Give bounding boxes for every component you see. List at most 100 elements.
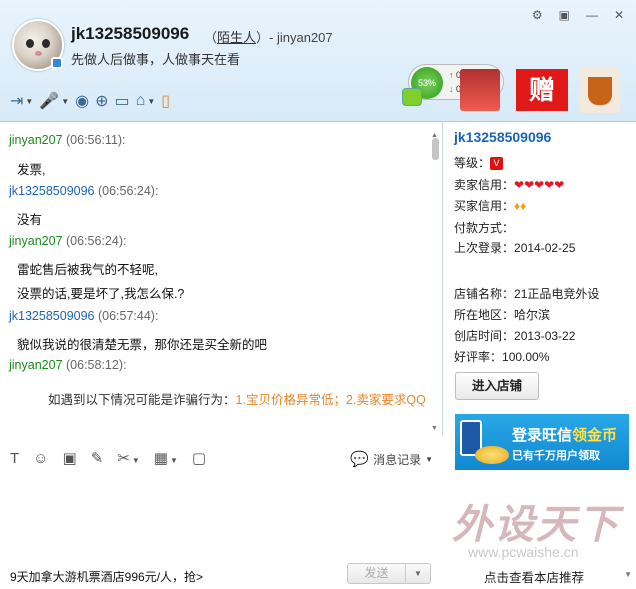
minimize-icon[interactable]: — [586,8,598,22]
diamond-rating-icon: ♦♦ [514,199,527,213]
font-icon[interactable]: T [10,450,19,467]
message-time: (06:58:12): [66,358,127,372]
enter-shop-button[interactable]: 进入店铺 [455,372,539,400]
emoji-icon[interactable]: ☺ [33,450,48,467]
message-sender[interactable]: jk13258509096 [9,309,95,323]
contact-username[interactable]: jk13258509096 [71,24,189,44]
mobile-button[interactable]: ▯ [161,90,170,112]
message-history-button[interactable]: 💬 消息记录 ▼ [350,450,433,468]
message-header: jinyan207 (06:56:24): [9,234,126,248]
promo-link[interactable]: 9天加拿大游机票酒店996元/人，抢> [10,568,203,585]
shop-recommend-link[interactable]: 点击查看本店推荐 [484,567,584,586]
chat-bubble-icon: 💬 [350,451,370,468]
fraud-warning: 如遇到以下情况可能是诈骗行为：1.宝贝价格异常低；2.卖家要求QQ [48,389,426,408]
ad-gift[interactable]: 赠 [516,69,568,111]
window-icon[interactable]: ▢ [192,449,206,467]
microphone-icon: 🎤 [39,93,60,110]
ad-teapot[interactable] [580,67,620,113]
history-label: 消息记录 [373,452,422,467]
store-name-label: 店铺名称： [454,287,515,301]
seller-credit-label: 卖家信用： [454,178,515,192]
chat-scrollbar[interactable]: ▲ ▼ [431,132,440,432]
last-login-value: 2014-02-25 [514,241,576,255]
settings-icon[interactable]: ⚙ [532,8,543,22]
created-label: 创店时间： [454,329,515,343]
message-header: jinyan207 (06:56:11): [9,133,126,147]
message-text: 雷蛇售后被我气的不轻呢, [17,263,158,277]
restore-icon[interactable]: ▣ [559,8,570,22]
level-row: 等级： V [454,154,504,171]
fraud-warning-text: 如遇到以下情况可能是诈骗行为： [48,393,236,407]
message-text: 貌似我说的很清楚无票，那你还是买全新的吧 [17,338,268,352]
window-controls: ⚙ ▣ — ✕ [532,8,624,22]
region-label: 所在地区： [454,308,515,322]
scroll-thumb[interactable] [432,138,439,160]
ad-thumbnail[interactable] [460,69,500,111]
avatar-nose [35,51,42,56]
message-header: jk13258509096 (06:57:44): [9,309,158,323]
created-value: 2013-03-22 [514,329,576,343]
fraud-warning-highlight[interactable]: 1.宝贝价格异常低；2.卖家要求QQ [236,393,426,407]
chat-history[interactable]: jinyan207 (06:56:11): 发票, jk13258509096 … [0,122,443,436]
input-toolbar: T ☺ ▣ ✎ ✂ ▼ ▦ ▼ ▢ 💬 消息记录 ▼ [0,444,443,472]
dropdown-arrow-icon: ▼ [25,96,34,106]
scissors-icon[interactable]: ✂ ▼ [117,449,140,467]
relation-account: ）- jinyan207 [256,30,333,45]
payment-label: 付款方式： [454,221,515,235]
store-name-row: 店铺名称：21正品电竞外设 [454,285,599,302]
coins-icon [475,446,509,464]
robot-icon: ⌂ [135,92,146,109]
message-time: (06:56:24): [66,234,127,248]
buyer-credit-row: 买家信用：♦♦ [454,197,526,214]
shop-username[interactable]: jk13258509096 [454,129,551,145]
last-login-row: 上次登录：2014-02-25 [454,239,575,256]
contact-signature: 先做人后做事，人做事天在看 [71,52,241,67]
message-sender[interactable]: jinyan207 [9,133,63,147]
watermark-url: www.pcwaishe.cn [468,544,579,560]
message-time: (06:57:44): [97,309,159,323]
message-text: 发票, [17,163,46,177]
banner-title: 登录旺信领金币 [512,427,618,444]
send-file-button[interactable]: ⇥ ▼ [10,90,33,112]
message-header: jinyan207 (06:58:12): [9,358,126,372]
avatar-eye [42,39,50,48]
video-button[interactable]: ◉ [75,90,89,112]
message-sender[interactable]: jinyan207 [9,234,63,248]
dropdown-arrow-icon: ▼ [425,454,433,464]
contact-relation: （陌生人）- jinyan207 [204,27,333,46]
shop-info-panel: jk13258509096 等级： V 卖家信用：❤❤❤❤❤ 买家信用：♦♦ 付款… [444,122,636,589]
message-time: (06:56:24): [97,184,159,198]
relation-link[interactable]: 陌生人 [217,30,256,45]
chat-toolbar: ⇥ ▼ 🎤 ▼ ◉ ⊕ ▭ ⌂ ▼ ▯ [10,90,170,112]
voice-button[interactable]: 🎤 ▼ [39,90,69,112]
camera-icon: ◉ [75,93,90,110]
remote-button[interactable]: ⌂ ▼ [136,90,156,112]
relation-bracket: （ [204,30,218,45]
online-status-icon [51,57,63,69]
edit-icon[interactable]: ✎ [91,449,104,467]
level-label: 等级： [454,156,491,170]
wangxin-banner[interactable]: 登录旺信领金币 已有千万用户领取 [455,414,629,470]
screen-icon: ▭ [114,93,130,110]
close-icon[interactable]: ✕ [614,8,624,22]
scroll-down-icon[interactable]: ▼ [431,425,438,432]
pet-icon[interactable] [402,88,422,106]
send-options-icon[interactable]: ▼ [406,564,430,583]
screen-share-button[interactable]: ▭ [115,90,130,112]
payment-row: 付款方式： [454,219,514,236]
message-sender[interactable]: jinyan207 [9,358,63,372]
message-input[interactable] [0,472,443,560]
store-name-value: 21正品电竞外设 [514,287,600,301]
rating-label: 好评率： [454,350,503,364]
message-text: 没票的话,要是坏了,我怎么保.? [17,287,185,301]
region-value: 哈尔滨 [514,308,551,322]
message-time: (06:56:11): [66,133,126,147]
image-icon[interactable]: ▣ [63,449,77,467]
add-contact-button[interactable]: ⊕ [95,90,108,112]
scroll-down-icon[interactable]: ▼ [624,570,632,579]
region-row: 所在地区：哈尔滨 [454,306,550,323]
buyer-credit-label: 买家信用： [454,199,515,213]
calculator-icon[interactable]: ▦ ▼ [154,449,178,467]
message-sender[interactable]: jk13258509096 [9,184,95,198]
send-button[interactable]: 发送 [348,564,406,583]
